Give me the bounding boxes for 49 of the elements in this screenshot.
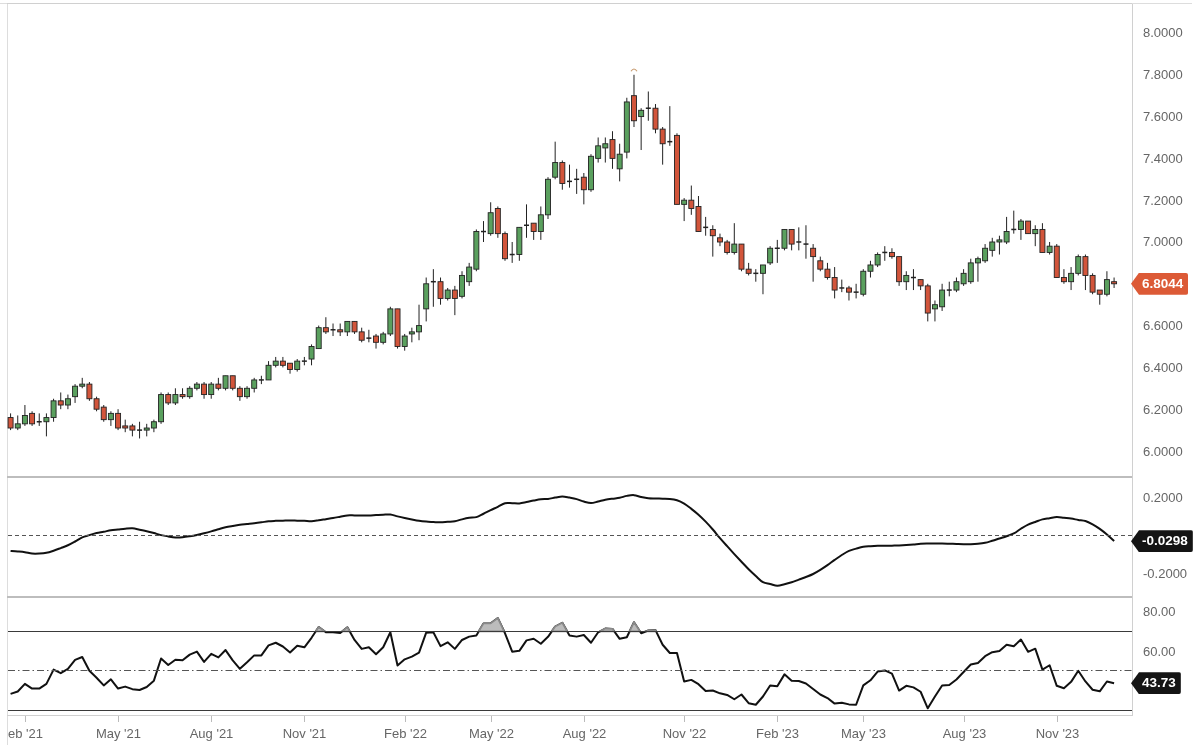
axis-label: Nov '23 [1035, 725, 1080, 741]
shaded-area [477, 617, 505, 633]
axis-tick [1057, 715, 1058, 723]
axis-label: 6.0000 [1143, 443, 1183, 459]
axis-label: Feb '22 [384, 725, 427, 741]
axis-label: Nov '22 [662, 725, 707, 741]
axis-tick [964, 715, 965, 723]
axis-label: 60.00 [1143, 643, 1176, 659]
axis-label: 7.0000 [1143, 234, 1183, 250]
axis-label: 6.6000 [1143, 318, 1183, 334]
shaded-area [341, 626, 351, 633]
shaded-area [550, 621, 569, 633]
axis-tick [863, 715, 864, 723]
axis-label: -0.2000 [1143, 565, 1188, 581]
axis-label: 6.2000 [1143, 401, 1183, 417]
shaded-area [599, 627, 616, 633]
axis-label: Feb '23 [756, 725, 799, 741]
axis-label: eb '21 [8, 725, 43, 741]
axis-label: Aug '22 [562, 725, 607, 741]
axis-label: May '21 [95, 725, 142, 741]
axis-label: 8.0000 [1143, 25, 1183, 41]
axis-label: 0.2000 [1143, 490, 1183, 506]
value-tag: 43.73 [1131, 672, 1181, 695]
axis-label: 80.00 [1143, 604, 1176, 620]
axis-label: 7.2000 [1143, 192, 1183, 208]
axis-label: 7.8000 [1143, 67, 1183, 83]
shaded-area [645, 629, 657, 633]
axis-tick [304, 715, 305, 723]
axis-label: Aug '21 [189, 725, 234, 741]
axis-label: 6.4000 [1143, 359, 1183, 375]
axis-label: Nov '21 [282, 725, 327, 741]
shaded-area [628, 621, 641, 633]
peak-marker-icon [630, 68, 638, 72]
axis-tick [211, 715, 212, 723]
price-tag: 6.8044 [1131, 272, 1189, 295]
axis-label: Aug '23 [942, 725, 987, 741]
axis-tick [491, 715, 492, 723]
axis-label: May '23 [840, 725, 887, 741]
axis-tick [584, 715, 585, 723]
axis-tick [684, 715, 685, 723]
axis-tick [777, 715, 778, 723]
axis-tick [118, 715, 119, 723]
axis-label: May '22 [468, 725, 515, 741]
axis-label: 7.4000 [1143, 150, 1183, 166]
axis-tick [25, 715, 26, 723]
axis-label: 7.6000 [1143, 109, 1183, 125]
axis-tick [405, 715, 406, 723]
shaded-area [314, 626, 326, 633]
value-tag: -0.0298 [1131, 530, 1193, 553]
